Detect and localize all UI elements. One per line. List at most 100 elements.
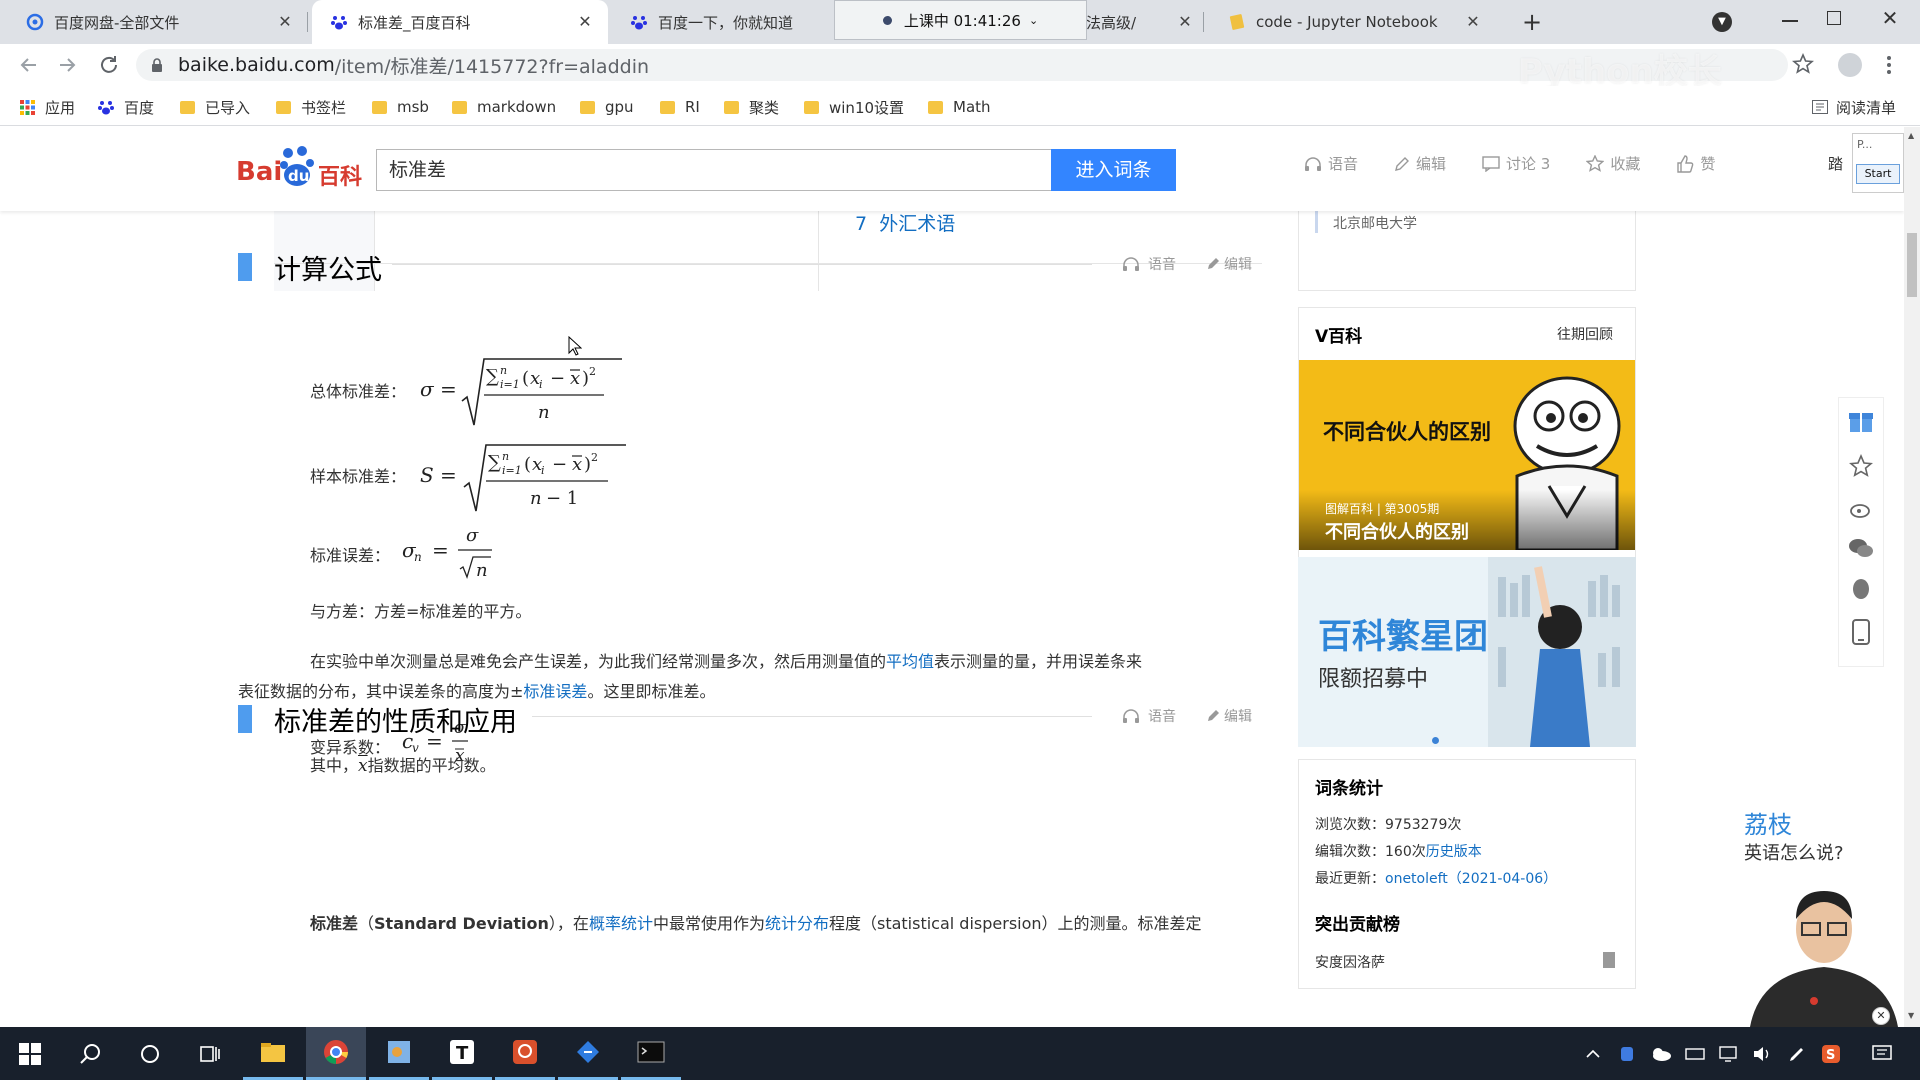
qq-icon[interactable] [1838, 569, 1884, 611]
header-like[interactable]: 赞 [1700, 153, 1715, 174]
start-button[interactable]: Start [1856, 164, 1900, 184]
maximize-icon[interactable] [1827, 11, 1841, 25]
banner-star-team[interactable]: 百科繁星团 限额招募中 [1298, 557, 1636, 747]
window-close-icon[interactable]: ✕ [1878, 6, 1902, 30]
forward-icon[interactable] [54, 52, 80, 78]
new-tab-icon[interactable]: + [1518, 8, 1546, 36]
chrome-icon[interactable] [306, 1027, 366, 1080]
tab-baidu-search[interactable]: 百度一下，你就知道 [612, 0, 832, 44]
header-voice[interactable]: 语音 [1328, 153, 1358, 174]
presenter-video[interactable] [1744, 877, 1904, 1027]
edit-link[interactable]: 编辑 [1224, 706, 1252, 726]
menu-icon[interactable] [1884, 52, 1894, 78]
headphones-icon[interactable] [1122, 256, 1140, 272]
vscode-icon[interactable] [558, 1027, 618, 1080]
close-ad-icon[interactable]: ✕ [1872, 1007, 1890, 1025]
tab-baidu-pan[interactable]: 百度网盘-全部文件 ✕ [8, 0, 308, 44]
close-icon[interactable]: ✕ [574, 11, 596, 33]
recording-indicator[interactable]: 上课中 01:41:26 ⌄ [834, 0, 1087, 40]
pen-icon[interactable] [1782, 1027, 1812, 1080]
mobile-icon[interactable] [1838, 611, 1884, 653]
header-overflow[interactable]: 踏 [1828, 153, 1843, 174]
link[interactable]: 统计分布 [765, 914, 829, 933]
cortana-icon[interactable] [120, 1027, 180, 1080]
close-icon[interactable]: ✕ [274, 11, 296, 33]
volume-icon[interactable] [1748, 1027, 1778, 1080]
search-input[interactable]: 标准差 [376, 149, 1052, 191]
toc-item[interactable]: 7 外汇术语 [855, 209, 955, 236]
reload-icon[interactable] [96, 52, 122, 78]
back-icon[interactable] [16, 52, 42, 78]
voice-link[interactable]: 语音 [1148, 706, 1176, 726]
bookmark-folder[interactable]: msb [372, 96, 429, 118]
device-icon[interactable] [1680, 1027, 1710, 1080]
voice-link[interactable]: 语音 [1148, 254, 1176, 274]
pdf-reader-icon[interactable] [495, 1027, 555, 1080]
scroll-up-icon[interactable]: ▲ [1908, 131, 1914, 140]
reading-list[interactable]: 阅读清单 [1812, 96, 1896, 118]
network-icon[interactable] [1714, 1027, 1744, 1080]
weibo-icon[interactable] [1838, 487, 1884, 529]
file-explorer-icon[interactable] [243, 1027, 303, 1080]
close-icon[interactable]: ✕ [1174, 11, 1196, 33]
headphones-icon[interactable] [1122, 708, 1140, 724]
bookmark-folder[interactable]: Math [928, 96, 991, 118]
star-icon[interactable] [1586, 154, 1605, 173]
header-collect[interactable]: 收藏 [1610, 153, 1640, 174]
pencil-icon[interactable] [1206, 257, 1220, 271]
bookmark-folder[interactable]: win10设置 [804, 96, 904, 118]
tab-jupyter[interactable]: code - Jupyter Notebook ✕ [1210, 0, 1496, 44]
headphones-icon[interactable] [1304, 156, 1322, 172]
task-view-icon[interactable] [180, 1027, 240, 1080]
windows-start-icon[interactable] [0, 1027, 60, 1080]
notification-icon[interactable] [1852, 1027, 1912, 1080]
minimize-icon[interactable] [1782, 20, 1798, 22]
close-icon[interactable]: ✕ [1462, 11, 1484, 33]
profile-avatar[interactable] [1838, 53, 1862, 77]
typora-icon[interactable]: T [432, 1027, 492, 1080]
bookmark-folder[interactable]: markdown [452, 96, 556, 118]
enter-entry-button[interactable]: 进入词条 [1051, 149, 1176, 191]
carousel-dot-active[interactable] [1432, 737, 1439, 744]
scrollbar-thumb[interactable] [1907, 233, 1917, 297]
bookmark-folder[interactable]: RI [660, 96, 700, 118]
bookmark-baidu[interactable]: 百度 [98, 96, 154, 118]
scroll-down-icon[interactable]: ▼ [1908, 1011, 1914, 1020]
tab-algorithm[interactable]: 法高级/ ✕ [1086, 0, 1204, 44]
pencil-icon[interactable] [1394, 156, 1410, 172]
link-standard-error[interactable]: 标准误差 [523, 682, 587, 701]
sogou-ime-icon[interactable]: S [1816, 1027, 1846, 1080]
comment-icon[interactable] [1482, 155, 1500, 172]
bookmark-apps[interactable]: 应用 [20, 96, 75, 118]
star-icon[interactable] [1792, 53, 1814, 75]
link-mean[interactable]: 平均值 [886, 652, 934, 671]
baike-logo[interactable]: Bai du 百科 [236, 143, 366, 195]
banner-partners[interactable]: 不同合伙人的区别 图解百科 | 第3005期 不同合伙人的区别 [1299, 360, 1635, 550]
terminal-icon[interactable] [621, 1027, 681, 1080]
tray-chevron-icon[interactable] [1578, 1027, 1608, 1080]
vertical-scrollbar[interactable]: ▲ ▼ [1904, 127, 1920, 1027]
search-icon[interactable] [60, 1027, 120, 1080]
tab-search-icon[interactable]: ▼ [1712, 12, 1732, 32]
contrib-name[interactable]: 安度因洛萨 [1315, 952, 1385, 972]
favorite-star-icon[interactable] [1838, 445, 1884, 487]
wechat-icon[interactable] [1838, 527, 1884, 569]
bookmark-folder[interactable]: gpu [580, 96, 634, 118]
tray-app-icon[interactable] [1612, 1027, 1642, 1080]
tab-baike[interactable]: 标准差_百度百科 ✕ [312, 0, 608, 44]
thumbs-up-icon[interactable] [1676, 154, 1694, 173]
updater-link[interactable]: onetoleft（2021-04-06） [1385, 871, 1557, 887]
pencil-icon[interactable] [1206, 709, 1220, 723]
vbaike-more-link[interactable]: 往期回顾 [1557, 324, 1613, 344]
bookmark-folder[interactable]: 聚类 [724, 96, 779, 118]
bookmark-folder[interactable]: 已导入 [180, 96, 250, 118]
formula-label-population[interactable]: 总体标准差： [310, 378, 406, 402]
paint-icon[interactable] [369, 1027, 429, 1080]
header-edit[interactable]: 编辑 [1416, 153, 1446, 174]
link[interactable]: 概率统计 [589, 914, 653, 933]
bookmark-folder[interactable]: 书签栏 [276, 96, 346, 118]
edit-link[interactable]: 编辑 [1224, 254, 1252, 274]
history-link[interactable]: 历史版本 [1426, 844, 1482, 860]
header-discuss[interactable]: 讨论 3 [1506, 153, 1550, 174]
gift-icon[interactable] [1838, 399, 1884, 441]
